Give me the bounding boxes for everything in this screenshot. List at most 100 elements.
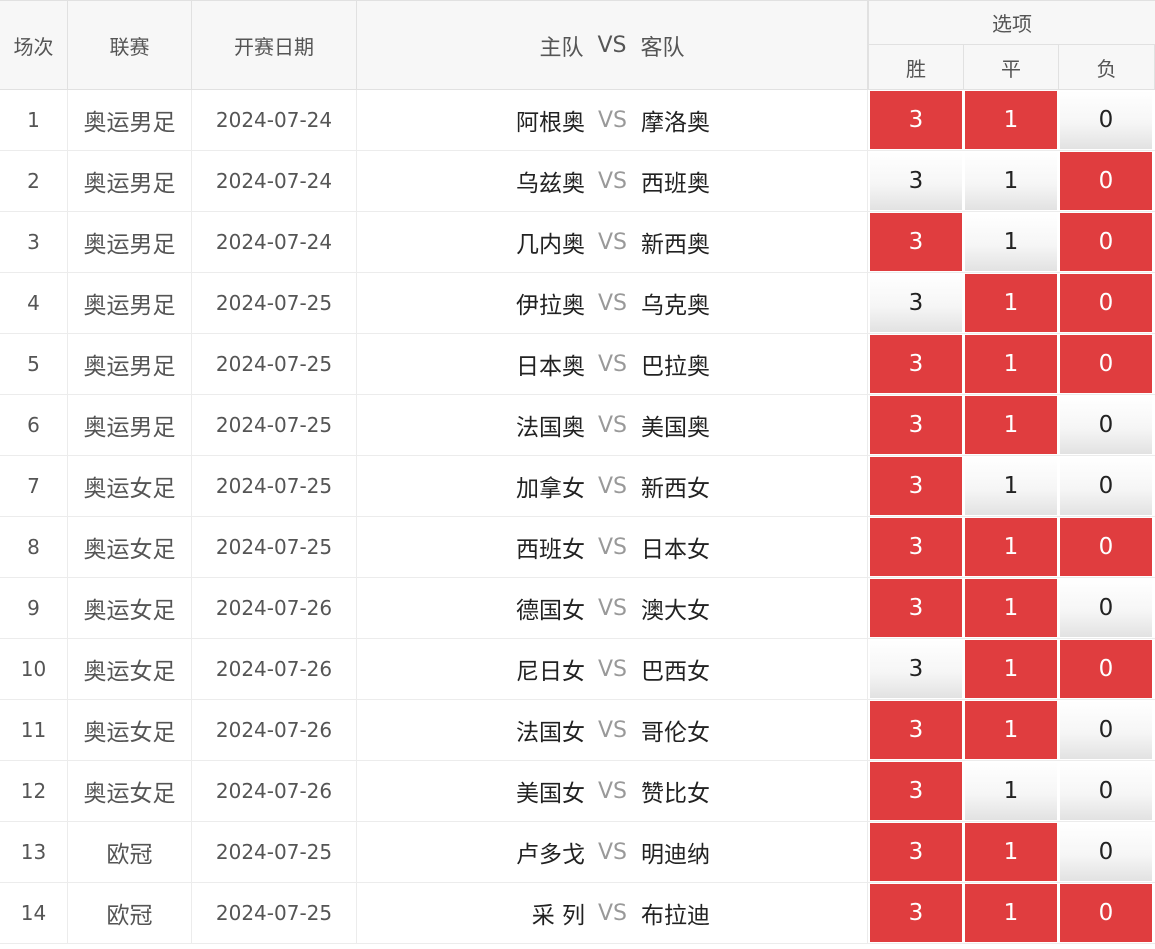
option-lose-button[interactable]: 0 <box>1060 91 1152 149</box>
home-team: 法国女 <box>516 720 585 746</box>
option-lose-button[interactable]: 0 <box>1060 579 1152 637</box>
home-team: 法国奥 <box>516 415 585 441</box>
home-team: 德国女 <box>516 598 585 624</box>
home-team: 采 列 <box>531 903 585 929</box>
vs-label: VS <box>598 107 628 133</box>
header-league: 联赛 <box>68 1 192 90</box>
row-no: 8 <box>0 517 68 577</box>
table-row: 4 奥运男足 2024-07-25 伊拉奥 VS 乌克奥 3 1 0 <box>0 273 1155 334</box>
row-match: 采 列 VS 布拉迪 <box>357 883 868 943</box>
row-no: 14 <box>0 883 68 943</box>
option-win-button[interactable]: 3 <box>870 640 962 698</box>
table-row: 8 奥运女足 2024-07-25 西班女 VS 日本女 3 1 0 <box>0 517 1155 578</box>
option-win-button[interactable]: 3 <box>870 701 962 759</box>
vs-label: VS <box>598 412 628 438</box>
vs-label: VS <box>598 351 628 377</box>
vs-label: VS <box>598 778 628 804</box>
header-away: 客队 <box>640 35 685 61</box>
header-options: 选项 <box>868 1 1155 45</box>
option-draw-button[interactable]: 1 <box>965 396 1057 454</box>
option-win-button[interactable]: 3 <box>870 884 962 942</box>
row-match: 加拿女 VS 新西女 <box>357 456 868 516</box>
option-win-button[interactable]: 3 <box>870 396 962 454</box>
row-league: 欧冠 <box>68 822 192 882</box>
option-win-button[interactable]: 3 <box>870 274 962 332</box>
table-row: 7 奥运女足 2024-07-25 加拿女 VS 新西女 3 1 0 <box>0 456 1155 517</box>
table-row: 9 奥运女足 2024-07-26 德国女 VS 澳大女 3 1 0 <box>0 578 1155 639</box>
option-draw-button[interactable]: 1 <box>965 640 1057 698</box>
option-lose-button[interactable]: 0 <box>1060 884 1152 942</box>
home-team: 加拿女 <box>516 476 585 502</box>
option-draw-button[interactable]: 1 <box>965 762 1057 820</box>
option-win-button[interactable]: 3 <box>870 457 962 515</box>
table-row: 11 奥运女足 2024-07-26 法国女 VS 哥伦女 3 1 0 <box>0 700 1155 761</box>
option-lose-button[interactable]: 0 <box>1060 701 1152 759</box>
row-league: 奥运男足 <box>68 395 192 455</box>
option-draw-button[interactable]: 1 <box>965 274 1057 332</box>
table-row: 6 奥运男足 2024-07-25 法国奥 VS 美国奥 3 1 0 <box>0 395 1155 456</box>
row-date: 2024-07-26 <box>192 761 357 821</box>
option-win-button[interactable]: 3 <box>870 762 962 820</box>
row-match: 几内奥 VS 新西奥 <box>357 212 868 272</box>
option-draw-button[interactable]: 1 <box>965 213 1057 271</box>
away-team: 新西女 <box>641 476 710 502</box>
option-lose-button[interactable]: 0 <box>1060 823 1152 881</box>
row-date: 2024-07-24 <box>192 212 357 272</box>
option-lose-button[interactable]: 0 <box>1060 457 1152 515</box>
option-draw-button[interactable]: 1 <box>965 823 1057 881</box>
row-date: 2024-07-25 <box>192 517 357 577</box>
option-win-button[interactable]: 3 <box>870 579 962 637</box>
vs-label: VS <box>598 473 628 499</box>
table-row: 5 奥运男足 2024-07-25 日本奥 VS 巴拉奥 3 1 0 <box>0 334 1155 395</box>
option-lose-button[interactable]: 0 <box>1060 335 1152 393</box>
row-league: 奥运女足 <box>68 517 192 577</box>
row-no: 3 <box>0 212 68 272</box>
option-lose-button[interactable]: 0 <box>1060 640 1152 698</box>
row-league: 奥运男足 <box>68 151 192 211</box>
option-draw-button[interactable]: 1 <box>965 701 1057 759</box>
row-date: 2024-07-26 <box>192 578 357 638</box>
option-draw-button[interactable]: 1 <box>965 152 1057 210</box>
option-lose-button[interactable]: 0 <box>1060 762 1152 820</box>
row-match: 法国奥 VS 美国奥 <box>357 395 868 455</box>
option-draw-button[interactable]: 1 <box>965 884 1057 942</box>
option-draw-button[interactable]: 1 <box>965 579 1057 637</box>
table-row: 10 奥运女足 2024-07-26 尼日女 VS 巴西女 3 1 0 <box>0 639 1155 700</box>
option-draw-button[interactable]: 1 <box>965 518 1057 576</box>
table-row: 12 奥运女足 2024-07-26 美国女 VS 赞比女 3 1 0 <box>0 761 1155 822</box>
row-league: 奥运女足 <box>68 456 192 516</box>
option-lose-button[interactable]: 0 <box>1060 396 1152 454</box>
option-win-button[interactable]: 3 <box>870 152 962 210</box>
option-draw-button[interactable]: 1 <box>965 91 1057 149</box>
vs-label: VS <box>598 290 628 316</box>
away-team: 新西奥 <box>641 232 710 258</box>
option-lose-button[interactable]: 0 <box>1060 213 1152 271</box>
away-team: 布拉迪 <box>641 903 710 929</box>
table-row: 1 奥运男足 2024-07-24 阿根奥 VS 摩洛奥 3 1 0 <box>0 90 1155 151</box>
row-match: 德国女 VS 澳大女 <box>357 578 868 638</box>
option-win-button[interactable]: 3 <box>870 91 962 149</box>
row-no: 1 <box>0 90 68 150</box>
option-win-button[interactable]: 3 <box>870 823 962 881</box>
option-win-button[interactable]: 3 <box>870 335 962 393</box>
option-lose-button[interactable]: 0 <box>1060 518 1152 576</box>
home-team: 尼日女 <box>516 659 585 685</box>
vs-label: VS <box>598 839 628 865</box>
home-team: 日本奥 <box>516 354 585 380</box>
home-team: 西班女 <box>516 537 585 563</box>
option-win-button[interactable]: 3 <box>870 518 962 576</box>
row-league: 奥运男足 <box>68 273 192 333</box>
table-header: 场次 联赛 开赛日期 主队 VS 客队 选项 胜 平 负 <box>0 0 1155 90</box>
home-team: 伊拉奥 <box>516 293 585 319</box>
row-date: 2024-07-25 <box>192 334 357 394</box>
header-win: 胜 <box>868 45 964 90</box>
row-match: 美国女 VS 赞比女 <box>357 761 868 821</box>
option-lose-button[interactable]: 0 <box>1060 152 1152 210</box>
option-win-button[interactable]: 3 <box>870 213 962 271</box>
option-lose-button[interactable]: 0 <box>1060 274 1152 332</box>
vs-label: VS <box>598 595 628 621</box>
option-draw-button[interactable]: 1 <box>965 335 1057 393</box>
away-team: 乌克奥 <box>641 293 710 319</box>
option-draw-button[interactable]: 1 <box>965 457 1057 515</box>
table-row: 14 欧冠 2024-07-25 采 列 VS 布拉迪 3 1 0 <box>0 883 1155 944</box>
